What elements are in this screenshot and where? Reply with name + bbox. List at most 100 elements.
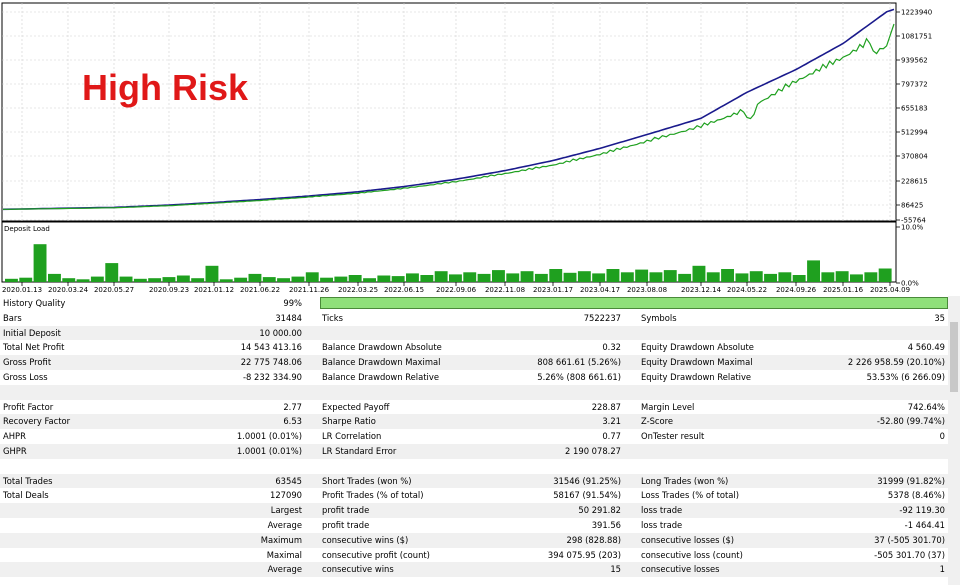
deposit-load-bar [320,277,333,282]
y-tick-label: 655183 [901,105,928,113]
row-label-2: Balance Drawdown Absolute [322,342,442,353]
row-label-3: Z-Score [641,416,674,427]
row-value: -8 232 334.90 [243,372,302,382]
row-label-2: consecutive wins [322,564,394,575]
x-tick-label: 2021.01.12 [194,286,234,294]
row-label-2: profit trade [322,520,370,530]
deposit-load-bar [48,273,61,282]
deposit-load-bar [334,276,348,282]
deposit-load-bar [620,272,634,282]
x-tick-label: 2021.11.26 [289,286,330,294]
row-value-2: 58167 (91.54%) [553,490,621,501]
row-value-3: 1 [939,564,945,575]
row-value-3: 742.64% [907,401,945,412]
deposit-load-bar [377,275,391,282]
report-row [0,384,960,400]
deposit-load-bar [176,275,190,282]
deposit-load-bar [492,270,505,282]
row-label-3: consecutive loss (count) [641,549,743,560]
deposit-load-bar [277,278,290,282]
chart-canvas: 1223940 1081751 939562 797372 655183 512994 37… [1,2,932,294]
x-tick-label: 2023.08.08 [627,286,667,294]
deposit-load-bar [148,278,162,282]
deposit-y-tick-label: 0.0% [901,280,919,288]
backtest-report: History Quality 99% Bars 31484 Ticks 752223… [0,296,960,585]
deposit-load-bar [778,272,792,282]
row-value-2: 7522237 [583,312,621,323]
row-label-2: consecutive profit (count) [322,549,430,560]
row-value: Maximum [260,534,302,545]
report-row: Total Trades 63545 Short Trades (won %) 315… [0,473,960,489]
row-label-2: consecutive wins ($) [322,534,409,545]
deposit-load-bar [821,272,835,282]
deposit-load-bar [749,271,763,282]
scrollbar-thumb[interactable] [950,322,958,392]
deposit-load-bar [162,277,176,282]
deposit-load-bar [191,278,205,282]
deposit-load-bar [807,260,820,282]
row-value: 6.53 [283,416,302,427]
row-value-2: 5.26% (808 661.61) [537,372,621,382]
row-value: 63545 [275,475,302,486]
report-scrollbar[interactable] [948,296,960,585]
deposit-load-bar [205,265,219,282]
deposit-load-bar [434,271,448,282]
row-label: Total Trades [3,475,53,486]
row-value-2: 394 075.95 (203) [547,549,621,560]
deposit-load-bar [62,278,76,282]
row-value: 22 775 748.06 [240,357,302,368]
row-label-3: Margin Level [641,401,695,412]
x-tick-label: 2025.01.16 [823,286,864,294]
strategy-tester-graph: 1223940 1081751 939562 797372 655183 512994 37… [0,0,960,296]
x-tick-label: 2022.03.25 [338,286,378,294]
row-label-3: Long Trades (won %) [641,475,729,486]
report-row [0,459,960,474]
chart-title: High Risk [82,67,249,108]
row-value: 14 543 413.16 [240,342,302,353]
x-tick-label: 2020.03.24 [48,286,89,294]
x-tick-label: 2024.09.26 [776,286,817,294]
row-label-2: LR Standard Error [322,446,397,456]
row-label-3: loss trade [641,520,683,530]
report-row: Initial Deposit 10 000.00 [0,325,960,341]
report-row: Maximum consecutive wins ($) 298 (828.88) c… [0,532,960,548]
x-tick-label: 2022.11.08 [485,286,525,294]
deposit-load-bar [735,273,749,282]
row-value: Average [267,564,302,575]
row-label-3: Symbols [641,312,677,323]
deposit-load-bar [764,273,777,282]
row-value-3: 0 [939,431,945,442]
deposit-load-bar [520,271,534,282]
deposit-load-bar [592,273,606,282]
report-row: Maximal consecutive profit (count) 394 075… [0,548,960,563]
y-tick-label: 1223940 [901,9,932,17]
row-label: Bars [3,312,22,323]
row-value-3: -505 301.70 (37) [874,549,945,560]
deposit-load-bar [76,279,90,282]
report-row: Bars 31484 Ticks 7522237 Symbols 35 [0,311,960,326]
x-tick-label: 2021.06.22 [240,286,280,294]
row-value-2: 31546 (91.25%) [553,475,621,486]
row-label-2: Balance Drawdown Maximal [322,357,441,368]
deposit-load-bar [850,274,863,282]
deposit-load-bar [835,271,849,282]
row-value-3: 35 [934,312,945,323]
deposit-load-bar [5,278,18,282]
y-tick-label: 1081751 [901,33,932,41]
row-value-2: 0.32 [602,342,621,353]
deposit-load-bar [363,278,376,282]
report-row: Gross Loss -8 232 334.90 Balance Drawdown … [0,370,960,385]
row-value-3: 5378 (8.46%) [887,490,945,501]
deposit-load-bar [534,273,548,282]
deposit-load-bar [219,279,233,282]
row-label-2: Balance Drawdown Relative [322,372,439,382]
row-label: Gross Profit [3,357,52,368]
row-label: Initial Deposit [3,327,61,338]
deposit-load-bar [248,273,262,282]
deposit-load-bar [305,272,319,282]
deposit-y-tick-label: 10.0% [901,224,924,232]
x-tick-label: 2022.06.15 [384,286,424,294]
x-tick-label: 2020.09.23 [149,286,189,294]
deposit-load-bar [577,271,591,282]
deposit-load-bar [706,272,720,282]
